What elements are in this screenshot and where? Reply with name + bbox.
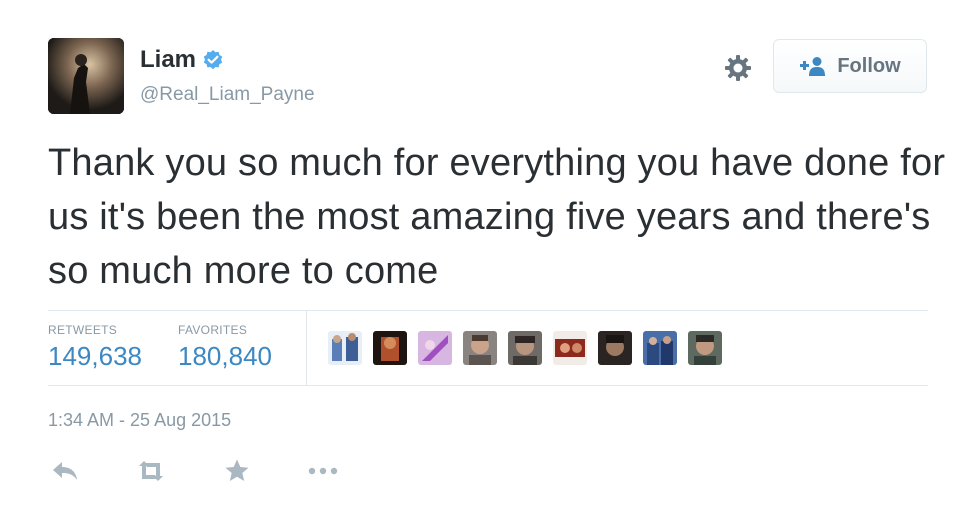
favorites-stat[interactable]: FAVORITES 180,840: [178, 323, 272, 372]
favoriter-avatar[interactable]: [328, 331, 362, 365]
stats-bar: RETWEETS 149,638 FAVORITES 180,840: [48, 310, 928, 386]
favoriter-avatar[interactable]: [553, 331, 587, 365]
favoriter-avatar[interactable]: [688, 331, 722, 365]
tweet-card: Liam @Real_Liam_Payne Follow Thank you s…: [0, 0, 980, 524]
verified-badge-icon: [202, 49, 224, 71]
tweet-actions: [48, 454, 392, 488]
tweet-timestamp[interactable]: 1:34 AM - 25 Aug 2015: [48, 410, 231, 431]
favoriter-avatar[interactable]: [463, 331, 497, 365]
avatar[interactable]: [48, 38, 124, 114]
favoriter-avatar[interactable]: [643, 331, 677, 365]
retweets-count: 149,638: [48, 341, 142, 371]
favoriter-avatar[interactable]: [418, 331, 452, 365]
favoriter-avatar[interactable]: [508, 331, 542, 365]
favorites-count: 180,840: [178, 341, 272, 371]
avatar-image: [48, 38, 124, 114]
name-row: Liam: [140, 46, 224, 74]
user-handle[interactable]: @Real_Liam_Payne: [140, 84, 315, 106]
retweets-stat[interactable]: RETWEETS 149,638: [48, 323, 142, 372]
favoriter-avatars: [328, 331, 733, 365]
retweets-label: RETWEETS: [48, 323, 118, 337]
favorites-label: FAVORITES: [178, 323, 248, 337]
gear-icon[interactable]: [722, 52, 754, 84]
reply-icon[interactable]: [48, 454, 82, 488]
follow-button[interactable]: Follow: [773, 39, 927, 93]
favoriter-avatar[interactable]: [373, 331, 407, 365]
follow-label: Follow: [837, 54, 901, 77]
more-icon[interactable]: [306, 454, 340, 488]
retweet-icon[interactable]: [134, 454, 168, 488]
stats-divider: [306, 311, 307, 385]
add-user-icon: [799, 55, 827, 77]
favoriter-avatar[interactable]: [598, 331, 632, 365]
tweet-text: Thank you so much for everything you hav…: [48, 142, 946, 292]
star-icon[interactable]: [220, 454, 254, 488]
display-name[interactable]: Liam: [140, 46, 196, 74]
